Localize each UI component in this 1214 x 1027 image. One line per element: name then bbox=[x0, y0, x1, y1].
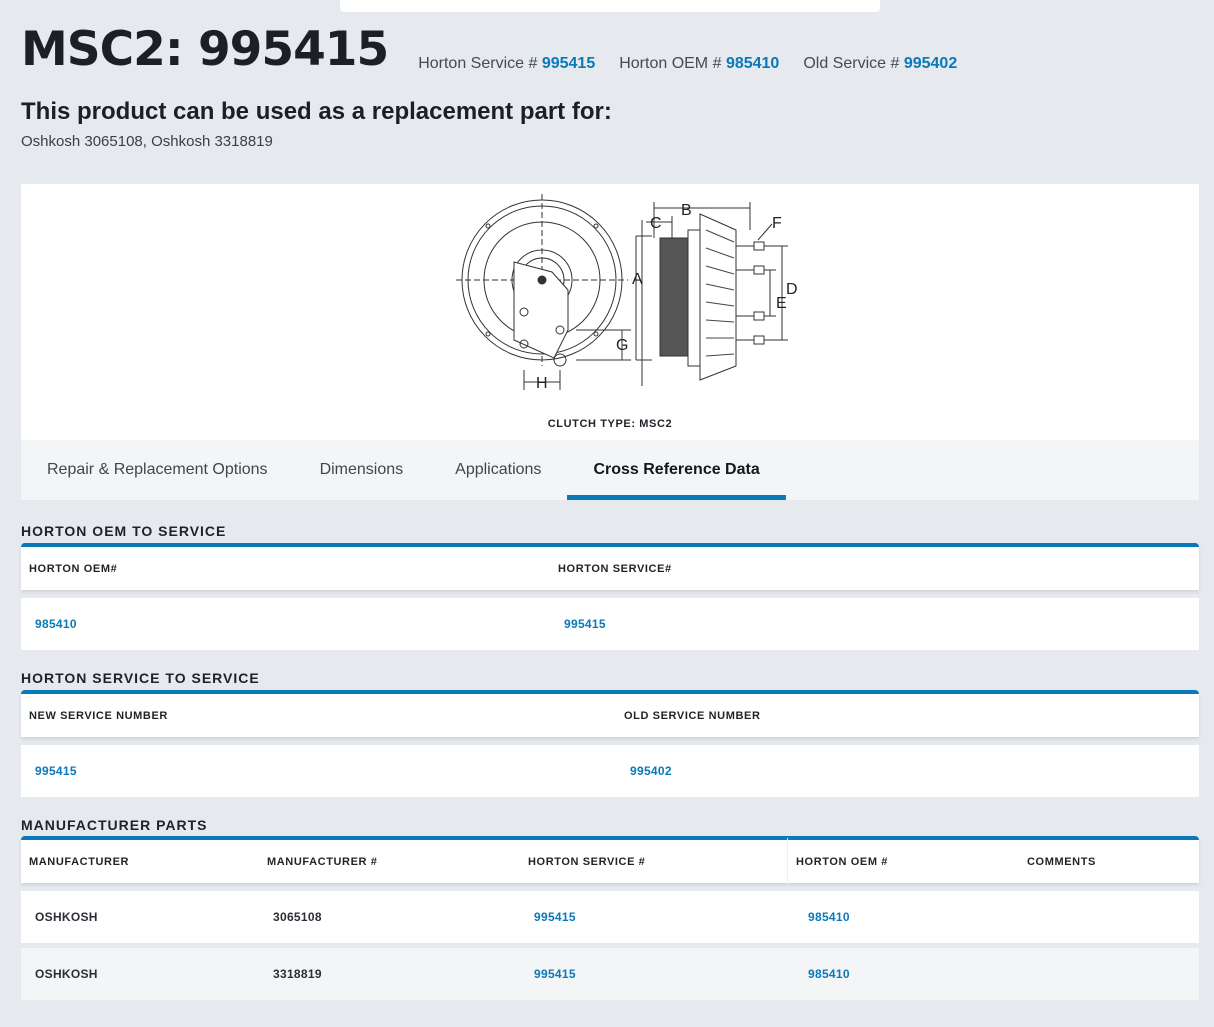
table-header: MANUFACTURER MANUFACTURER # HORTON SERVI… bbox=[21, 836, 1199, 885]
table-row: 995415 995402 bbox=[21, 745, 1199, 797]
clutch-diagram: A B C D E F G H bbox=[456, 194, 798, 390]
old-service-link[interactable]: 995402 bbox=[904, 55, 957, 72]
service-to-service-title: HORTON SERVICE TO SERVICE bbox=[21, 670, 260, 686]
oem-number-link[interactable]: 985410 bbox=[808, 967, 850, 981]
tab-applications[interactable]: Applications bbox=[429, 440, 567, 500]
column-header: HORTON SERVICE # bbox=[528, 855, 646, 868]
table-cell: 995415 bbox=[520, 910, 794, 924]
table-cell: 985410 bbox=[21, 617, 550, 631]
table-cell: 995402 bbox=[616, 764, 672, 778]
tab-repair-replacement[interactable]: Repair & Replacement Options bbox=[21, 440, 294, 500]
oem-number-link[interactable]: 985410 bbox=[808, 910, 850, 924]
table-header: HORTON OEM# HORTON SERVICE# bbox=[21, 543, 1199, 590]
horton-oem-link[interactable]: 985410 bbox=[726, 55, 779, 72]
horton-oem-number: Horton OEM # 985410 bbox=[619, 55, 780, 72]
column-header: OLD SERVICE NUMBER bbox=[624, 709, 761, 722]
dim-label-d: D bbox=[786, 281, 798, 298]
table-row: 985410 995415 bbox=[21, 598, 1199, 650]
dim-label-c: C bbox=[650, 215, 662, 232]
horton-service-number: Horton Service # 995415 bbox=[418, 55, 596, 72]
product-tabs: Repair & Replacement Options Dimensions … bbox=[21, 440, 1199, 500]
table-cell: OSHKOSH bbox=[35, 910, 98, 924]
column-header: HORTON SERVICE# bbox=[558, 562, 672, 575]
service-number-link[interactable]: 995415 bbox=[564, 617, 606, 631]
column-header: COMMENTS bbox=[1027, 855, 1096, 868]
dim-label-b: B bbox=[681, 202, 692, 219]
service-to-service-table: NEW SERVICE NUMBER OLD SERVICE NUMBER 99… bbox=[21, 690, 1199, 797]
table-row: OSHKOSH 3065108 995415 985410 bbox=[21, 891, 1199, 943]
product-header: MSC2: 995415 Horton Service # 995415 Hor… bbox=[21, 22, 957, 78]
oem-to-service-title: HORTON OEM TO SERVICE bbox=[21, 523, 227, 539]
new-service-link[interactable]: 995415 bbox=[35, 764, 77, 778]
table-cell: 3065108 bbox=[273, 910, 322, 924]
table-cell: 985410 bbox=[794, 967, 1019, 981]
part-numbers: Horton Service # 995415 Horton OEM # 985… bbox=[418, 55, 957, 73]
service-number-link[interactable]: 995415 bbox=[534, 910, 576, 924]
horton-service-link[interactable]: 995415 bbox=[542, 55, 595, 72]
table-cell: OSHKOSH bbox=[35, 967, 98, 981]
page-title: MSC2: 995415 bbox=[21, 22, 389, 77]
dim-label-a: A bbox=[632, 271, 643, 288]
oem-to-service-table: HORTON OEM# HORTON SERVICE# 985410 99541… bbox=[21, 543, 1199, 650]
old-service-number: Old Service # 995402 bbox=[803, 55, 958, 72]
table-cell: 3318819 bbox=[273, 967, 322, 981]
table-cell: 995415 bbox=[21, 764, 616, 778]
manufacturer-parts-title: MANUFACTURER PARTS bbox=[21, 817, 208, 833]
replacement-parts-list: Oshkosh 3065108, Oshkosh 3318819 bbox=[21, 133, 273, 150]
column-header: HORTON OEM # bbox=[787, 838, 1019, 885]
column-header: NEW SERVICE NUMBER bbox=[29, 709, 168, 722]
table-row: OSHKOSH 3318819 995415 985410 bbox=[21, 948, 1199, 1000]
product-image-card: A B C D E F G H CLUTCH TYPE: MSC2 bbox=[21, 184, 1199, 440]
table-cell: 985410 bbox=[794, 910, 1019, 924]
service-number-link[interactable]: 995415 bbox=[534, 967, 576, 981]
table-header: NEW SERVICE NUMBER OLD SERVICE NUMBER bbox=[21, 690, 1199, 737]
replacement-heading: This product can be used as a replacemen… bbox=[21, 98, 612, 125]
dim-label-g: G bbox=[616, 337, 628, 354]
column-header: MANUFACTURER bbox=[29, 855, 130, 868]
tab-dimensions[interactable]: Dimensions bbox=[294, 440, 430, 500]
clutch-type-caption: CLUTCH TYPE: MSC2 bbox=[547, 418, 673, 430]
dim-label-e: E bbox=[776, 295, 787, 312]
dim-label-h: H bbox=[536, 375, 548, 390]
column-header: HORTON OEM# bbox=[29, 562, 118, 575]
table-cell: 995415 bbox=[550, 617, 606, 631]
column-header: MANUFACTURER # bbox=[267, 855, 378, 868]
table-cell: 995415 bbox=[520, 967, 794, 981]
top-search-bar[interactable] bbox=[340, 0, 880, 12]
tab-cross-reference[interactable]: Cross Reference Data bbox=[567, 440, 787, 500]
oem-number-link[interactable]: 985410 bbox=[35, 617, 77, 631]
manufacturer-parts-table: MANUFACTURER MANUFACTURER # HORTON SERVI… bbox=[21, 836, 1199, 1000]
old-service-link[interactable]: 995402 bbox=[630, 764, 672, 778]
dim-label-f: F bbox=[772, 215, 782, 232]
